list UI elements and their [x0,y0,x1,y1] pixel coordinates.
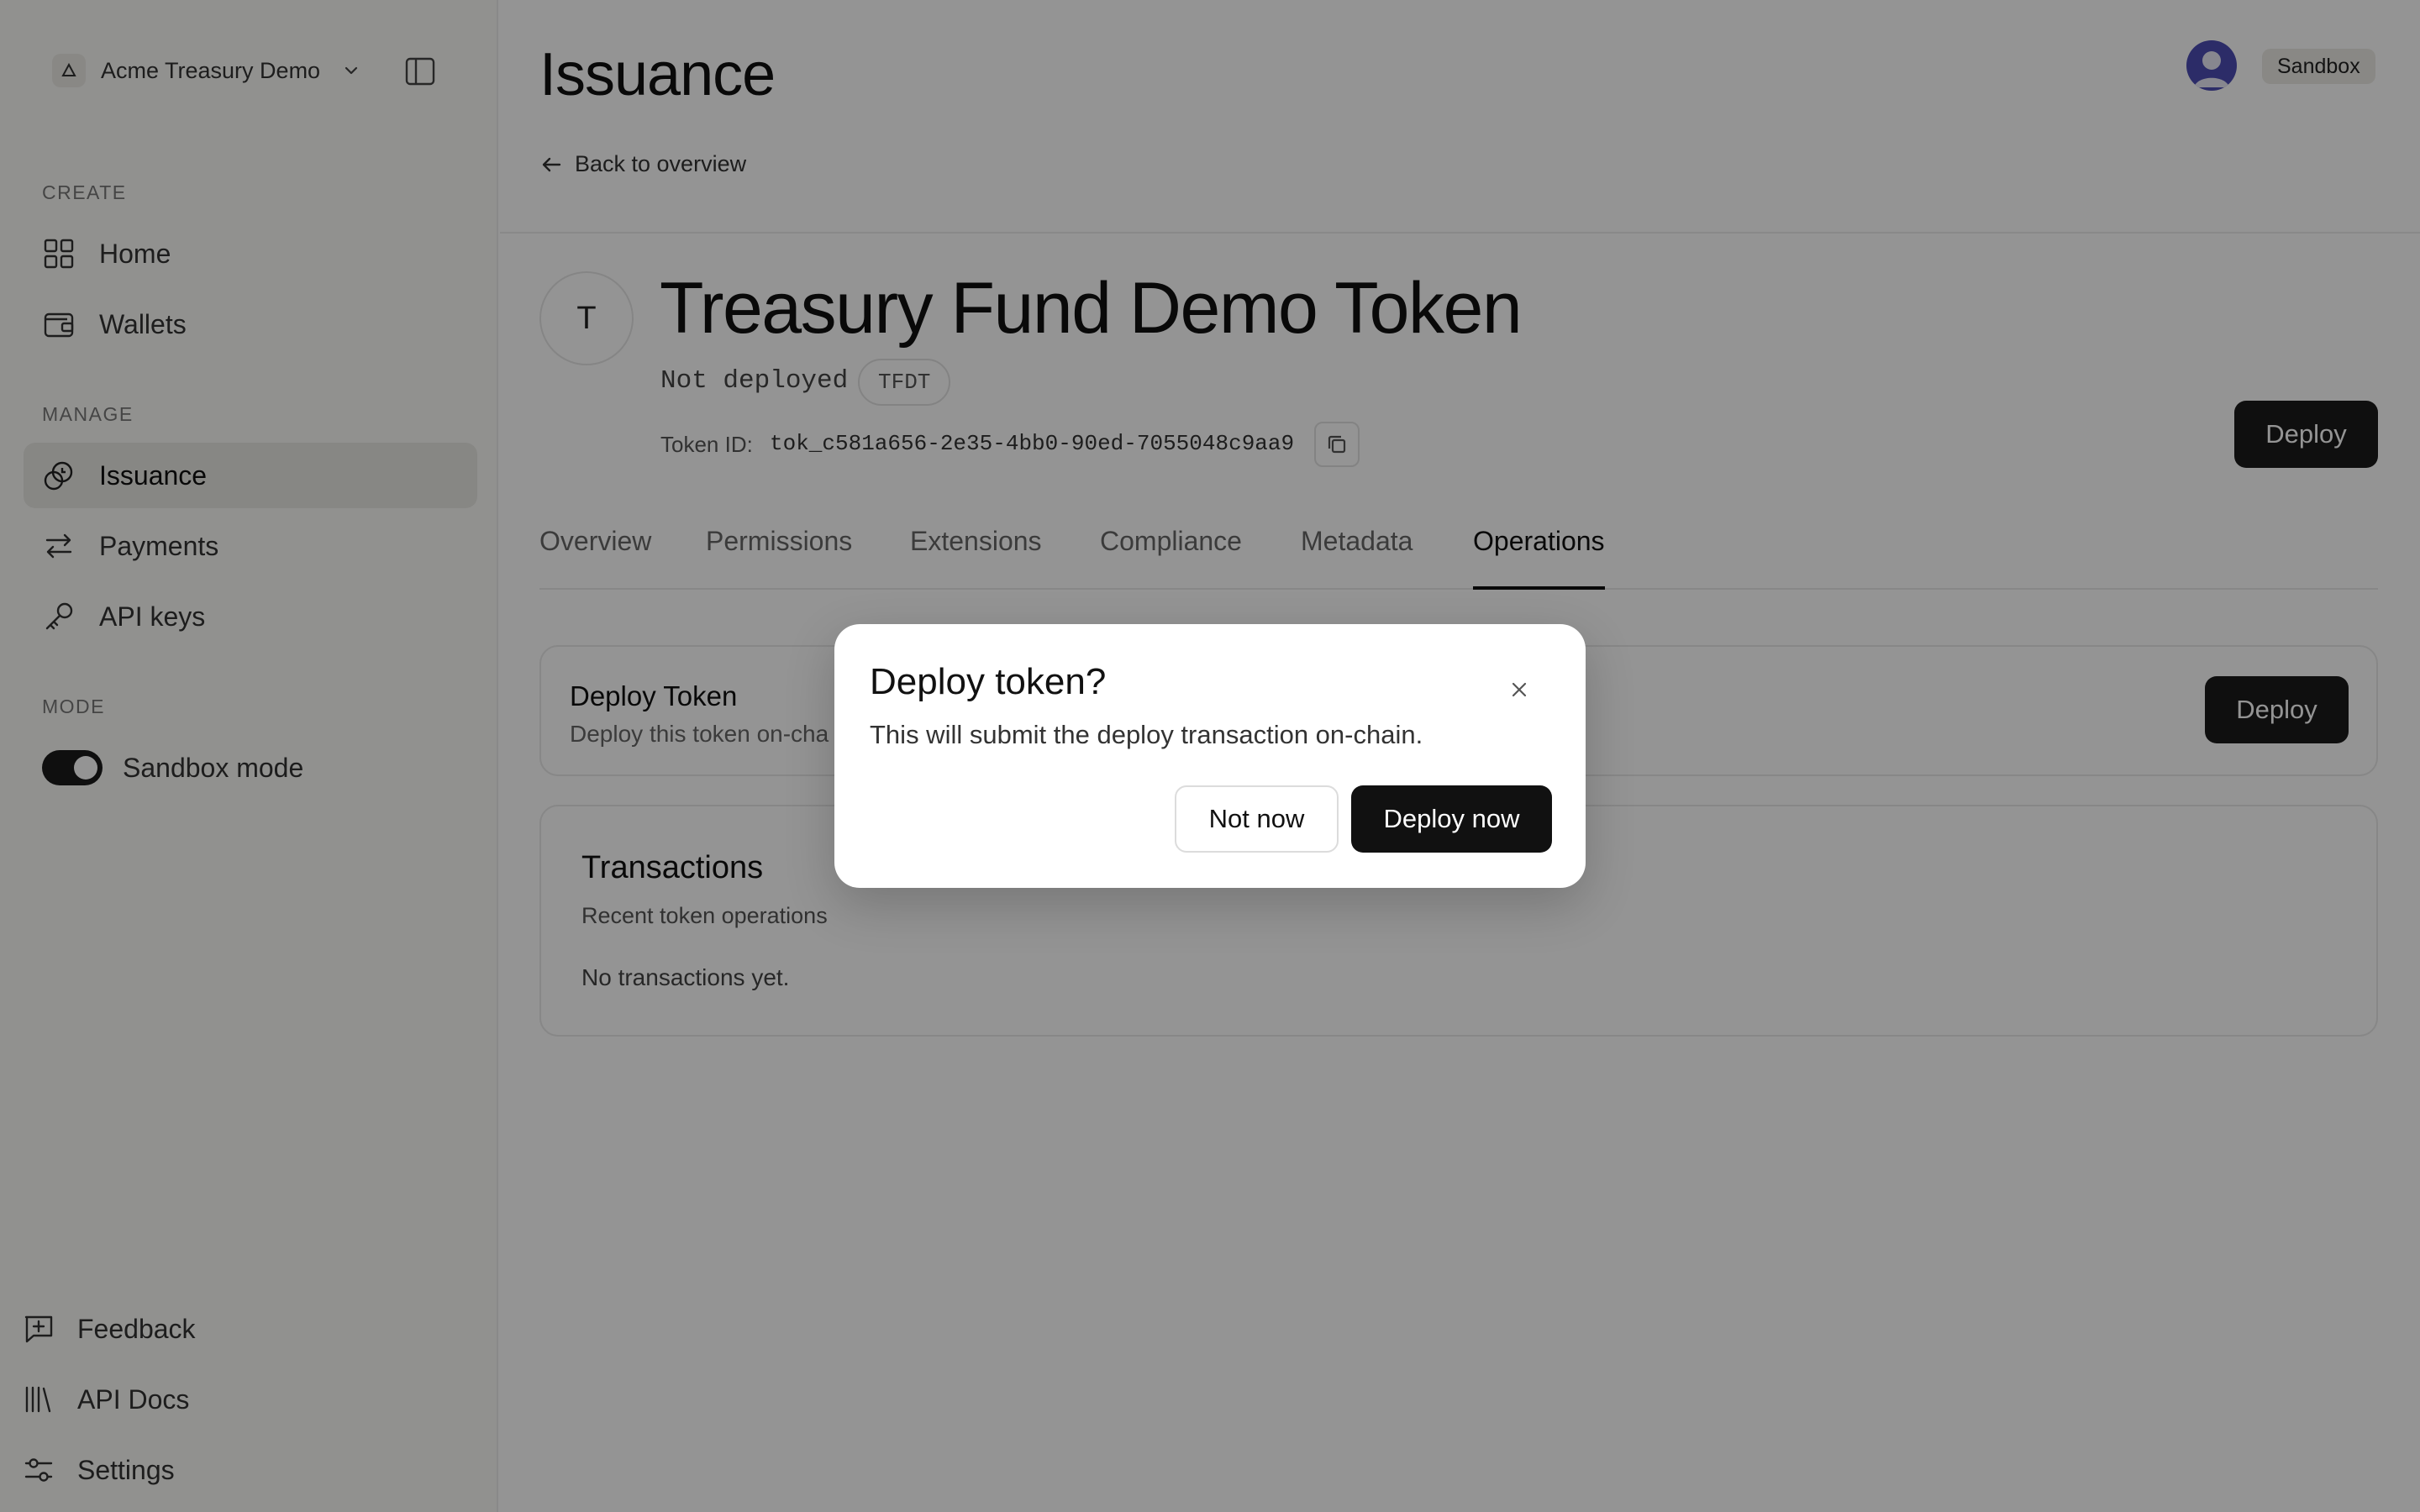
not-now-button[interactable]: Not now [1175,785,1339,853]
deploy-token-dialog: Deploy token? This will submit the deplo… [834,624,1586,888]
close-dialog-button[interactable] [1500,670,1539,709]
dialog-title: Deploy token? [870,661,1107,702]
close-icon [1512,682,1527,697]
deploy-now-button[interactable]: Deploy now [1351,785,1552,853]
dialog-body: This will submit the deploy transaction … [870,720,1423,749]
